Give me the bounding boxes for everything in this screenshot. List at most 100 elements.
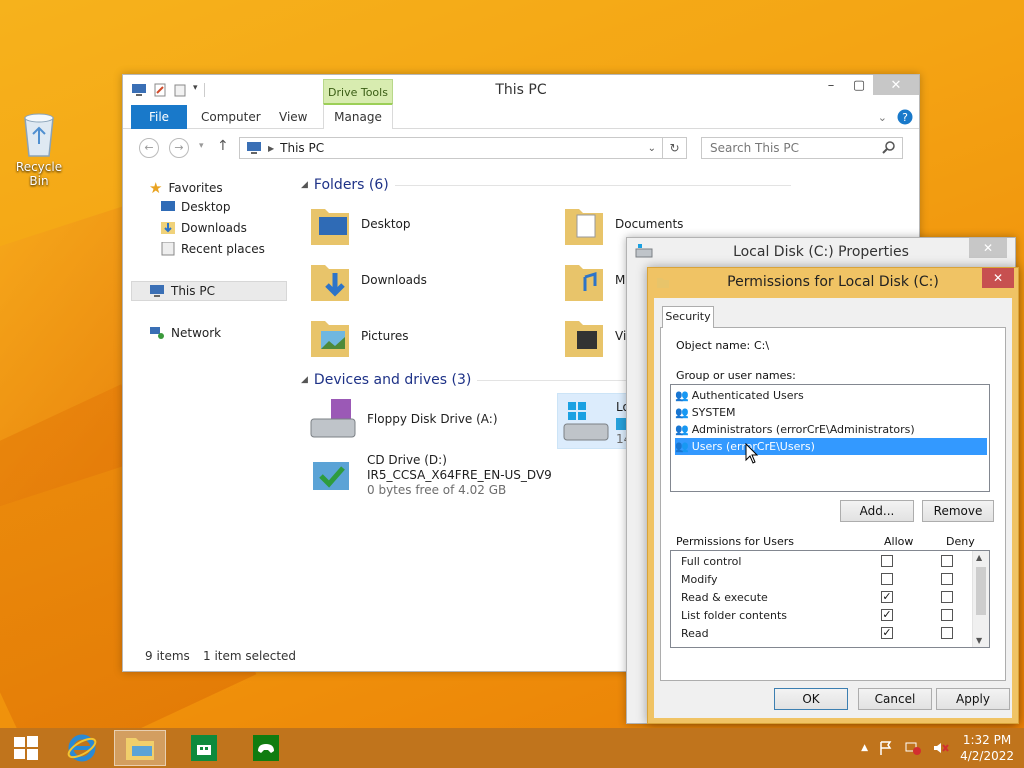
folder-label: Vi [615,329,627,343]
windows-logo-icon [14,736,38,760]
downloads-icon [161,222,175,234]
deny-checkbox[interactable] [941,591,953,603]
taskbar-games[interactable] [240,730,292,766]
folder-music[interactable]: M [563,257,625,303]
ok-button[interactable]: OK [774,688,848,710]
deny-checkbox[interactable] [941,627,953,639]
permission-name: Read [681,627,709,640]
taskbar-internet-explorer[interactable] [56,730,108,766]
nav-recent-label: Recent places [181,242,265,256]
user-item[interactable]: 👥 SYSTEM [675,404,987,421]
permissions-dialog: Permissions for Local Disk (C:) ✕ Securi… [647,267,1019,724]
taskbar-file-explorer[interactable] [114,730,166,766]
users-icon: 👥 [675,389,689,402]
up-button[interactable]: ↑ [217,138,229,154]
forward-button[interactable]: → [169,138,189,158]
start-button[interactable] [0,730,52,766]
close-button[interactable]: ✕ [873,75,919,95]
folder-downloads[interactable]: Downloads [309,257,427,303]
allow-checkbox[interactable]: ✓ [881,627,893,639]
search-placeholder: Search This PC [710,141,799,155]
network-icon [150,327,164,339]
nav-this-pc[interactable]: This PC [149,284,215,298]
address-dropdown-icon[interactable]: ⌄ [648,143,656,154]
show-hidden-icons[interactable]: ▲ [861,743,868,753]
cd-drive-icon [313,461,349,490]
volume-muted-icon[interactable] [932,740,950,756]
refresh-button[interactable]: ↻ [663,137,687,159]
permissions-scrollbar[interactable]: ▲ ▼ [972,551,989,647]
scroll-up-icon[interactable]: ▲ [976,553,982,562]
maximize-button[interactable]: ▢ [845,75,873,95]
folder-videos[interactable]: Vi [563,313,626,359]
recent-locations-icon[interactable]: ▾ [199,141,204,151]
taskbar-store[interactable] [178,730,230,766]
permissions-for-label: Permissions for Users [676,535,794,548]
search-input[interactable]: Search This PC [701,137,903,159]
network-error-icon[interactable] [904,740,922,756]
user-list[interactable]: 👥 Authenticated Users 👥 SYSTEM 👥 Administra… [670,384,990,492]
videos-folder-icon [565,321,603,357]
users-icon: 👥 [675,406,689,419]
nav-network-label: Network [171,326,222,340]
breadcrumb[interactable]: This PC [280,141,324,155]
address-bar[interactable]: ▶ This PC ⌄ [239,137,663,159]
clock[interactable]: 1:32 PM 4/2/2022 [960,732,1014,764]
expand-ribbon-icon[interactable]: ⌄ [878,111,887,124]
nav-network[interactable]: Network [149,326,221,340]
remove-button[interactable]: Remove [922,500,994,522]
deny-column-label: Deny [946,535,975,548]
user-item[interactable]: 👥 Administrators (errorCrE\Administrators… [675,421,987,438]
permission-name: List folder contents [681,609,787,622]
action-center-flag-icon[interactable] [878,740,894,756]
permission-row: List folder contents ✓ [671,607,971,625]
scroll-thumb[interactable] [976,567,986,615]
recycle-bin-shortcut[interactable]: Recycle Bin [6,110,72,188]
tab-security[interactable]: Security [662,306,714,328]
tab-file[interactable]: File [131,105,187,129]
search-icon [882,141,895,154]
deny-checkbox[interactable] [941,609,953,621]
allow-checkbox[interactable] [881,573,893,585]
floppy-drive-icon [310,399,356,438]
tab-view[interactable]: View [265,105,321,129]
user-item-label: Authenticated Users [691,389,804,402]
user-item[interactable]: 👥 Authenticated Users [675,387,987,404]
nav-downloads[interactable]: Downloads [161,221,247,235]
allow-checkbox[interactable] [881,555,893,567]
cd-drive[interactable]: CD Drive (D:) IR5_CCSA_X64FRE_EN-US_DV9 … [309,453,552,498]
allow-checkbox[interactable]: ✓ [881,609,893,621]
nav-desktop[interactable]: Desktop [161,200,231,214]
object-name-value: C:\ [754,339,770,352]
tab-computer[interactable]: Computer [187,105,275,129]
cancel-button[interactable]: Cancel [858,688,932,710]
floppy-drive[interactable]: Floppy Disk Drive (A:) [309,397,498,441]
back-button[interactable]: ← [139,138,159,158]
folder-pictures[interactable]: Pictures [309,313,409,359]
folders-group-header[interactable]: ◢ Folders (6) [301,177,791,193]
scroll-down-icon[interactable]: ▼ [976,636,982,645]
properties-close-button[interactable]: ✕ [969,238,1007,258]
deny-checkbox[interactable] [941,555,953,567]
user-item-label: SYSTEM [691,406,736,419]
users-icon: 👥 [675,440,689,453]
user-item-selected[interactable]: 👥 Users (errorCrE\Users) [675,438,987,455]
allow-column-label: Allow [884,535,914,548]
users-icon: 👥 [675,423,689,436]
permissions-close-button[interactable]: ✕ [982,268,1014,288]
cd-drive-volume-label: IR5_CCSA_X64FRE_EN-US_DV9 [367,468,552,482]
navigation-pane: ★ Favorites Desktop Downloads Recent pla… [123,171,295,641]
nav-recent-places[interactable]: Recent places [161,242,265,256]
devices-header-label: Devices and drives (3) [313,372,472,388]
apply-button[interactable]: Apply [936,688,1010,710]
nav-favorites[interactable]: ★ Favorites [149,179,223,197]
allow-checkbox[interactable]: ✓ [881,591,893,603]
collapse-icon: ◢ [301,375,308,385]
tab-manage[interactable]: Manage [323,103,393,129]
help-icon[interactable]: ? [897,109,913,125]
deny-checkbox[interactable] [941,573,953,585]
add-button[interactable]: Add... [840,500,914,522]
minimize-button[interactable]: – [817,75,845,95]
folder-desktop[interactable]: Desktop [309,201,411,247]
local-disk-selected[interactable]: Lo 14 [557,393,631,449]
